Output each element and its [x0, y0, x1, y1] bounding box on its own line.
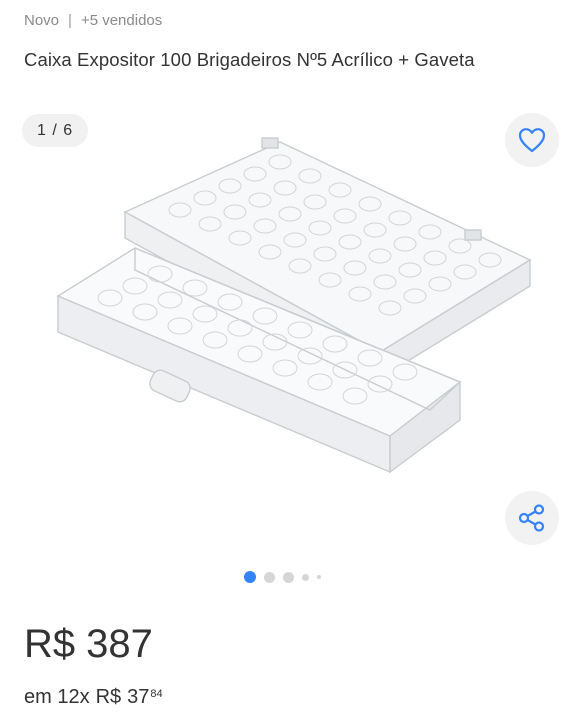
meta-separator: | — [68, 12, 72, 29]
pagination-dot[interactable] — [317, 575, 321, 579]
pagination-dot[interactable] — [264, 571, 275, 583]
pagination-dot[interactable] — [302, 573, 309, 581]
installments-currency: R$ — [95, 686, 122, 708]
image-gallery[interactable]: 1 / 6 — [0, 100, 583, 570]
sales-meta: Novo | +5 vendidos — [24, 12, 162, 29]
condition-label: Novo — [24, 12, 60, 29]
price: R$ 387 — [24, 622, 153, 667]
share-icon — [518, 504, 545, 532]
installments-prefix: em 12x — [24, 686, 90, 708]
share-button[interactable] — [505, 491, 559, 545]
price-currency: R$ — [24, 622, 76, 666]
installments-amount: 37 — [127, 686, 150, 708]
product-title: Caixa Expositor 100 Brigadeiros Nº5 Acrí… — [24, 49, 475, 70]
sold-count: +5 vendidos — [80, 12, 163, 29]
installments-cents: 84 — [150, 688, 163, 700]
image-counter: 1 / 6 — [22, 114, 89, 147]
price-amount: 387 — [86, 622, 153, 666]
installments: em 12x R$ 37 84 — [24, 686, 163, 709]
gallery-pagination — [244, 571, 329, 583]
favorite-button[interactable] — [505, 113, 559, 167]
pagination-dot-active[interactable] — [244, 571, 256, 583]
product-image[interactable] — [50, 120, 536, 550]
heart-icon — [518, 128, 546, 153]
pagination-dot[interactable] — [283, 571, 294, 583]
